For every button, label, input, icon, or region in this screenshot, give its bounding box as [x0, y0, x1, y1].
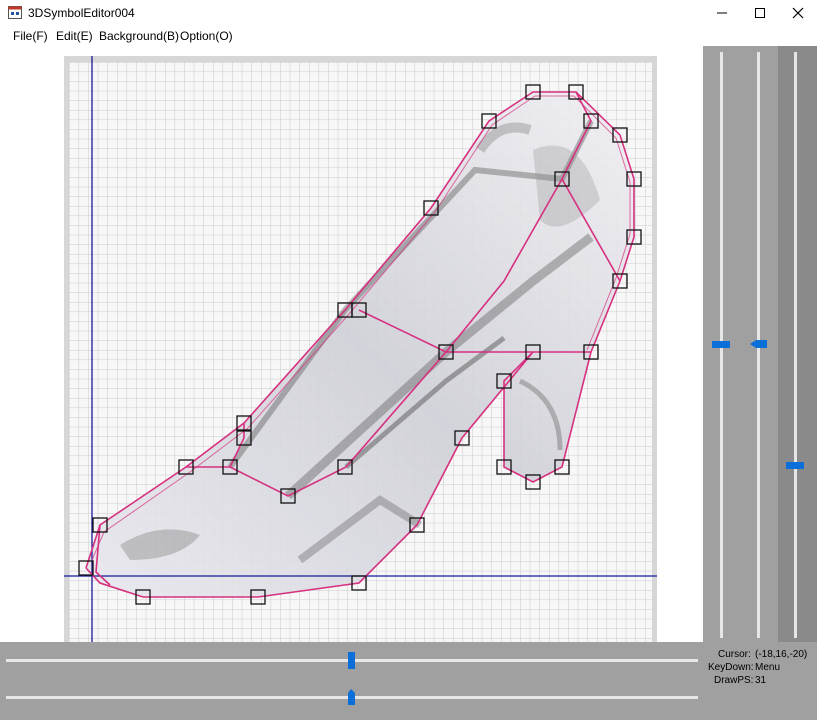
- minimize-button[interactable]: [703, 0, 741, 26]
- maximize-icon: [755, 8, 765, 18]
- close-icon: [792, 7, 804, 19]
- vertical-slider-1[interactable]: [712, 52, 730, 638]
- minimize-icon: [717, 12, 727, 14]
- menu-option[interactable]: Option(O): [180, 29, 233, 43]
- menu-background[interactable]: Background(B): [99, 29, 179, 43]
- slider-thumb[interactable]: [786, 462, 804, 469]
- cursor-value: (-18,16,-20): [755, 649, 808, 660]
- horizontal-slider-2[interactable]: [6, 689, 698, 705]
- keydown-label: KeyDown:: [708, 662, 754, 673]
- canvas-area: [0, 46, 703, 642]
- window-title: 3DSymbolEditor004: [28, 6, 135, 20]
- slider-3-background: [778, 46, 817, 642]
- maximize-button[interactable]: [741, 0, 779, 26]
- menu-file[interactable]: File(F): [13, 29, 48, 43]
- bottom-panel: Cursor: (-18,16,-20) KeyDown: Menu DrawP…: [0, 642, 817, 720]
- close-button[interactable]: [779, 0, 817, 26]
- slider-thumb[interactable]: [750, 340, 767, 348]
- app-window-icon: [8, 6, 22, 19]
- drawing-canvas[interactable]: [0, 46, 703, 642]
- menu-edit[interactable]: Edit(E): [56, 29, 93, 43]
- slider-thumb[interactable]: [348, 652, 355, 669]
- slider-thumb[interactable]: [712, 341, 730, 348]
- drawps-value: 31: [755, 675, 767, 686]
- drawps-label: DrawPS:: [714, 675, 754, 686]
- cursor-label: Cursor:: [718, 649, 751, 660]
- slider-thumb[interactable]: [348, 689, 355, 705]
- vertical-slider-2[interactable]: [750, 52, 767, 638]
- title-bar: 3DSymbolEditor004: [0, 0, 817, 26]
- menu-bar: File(F) Edit(E) Background(B) Option(O): [0, 26, 817, 46]
- horizontal-slider-1[interactable]: [6, 652, 698, 669]
- right-slider-panel: [703, 46, 817, 642]
- keydown-value: Menu: [755, 662, 781, 673]
